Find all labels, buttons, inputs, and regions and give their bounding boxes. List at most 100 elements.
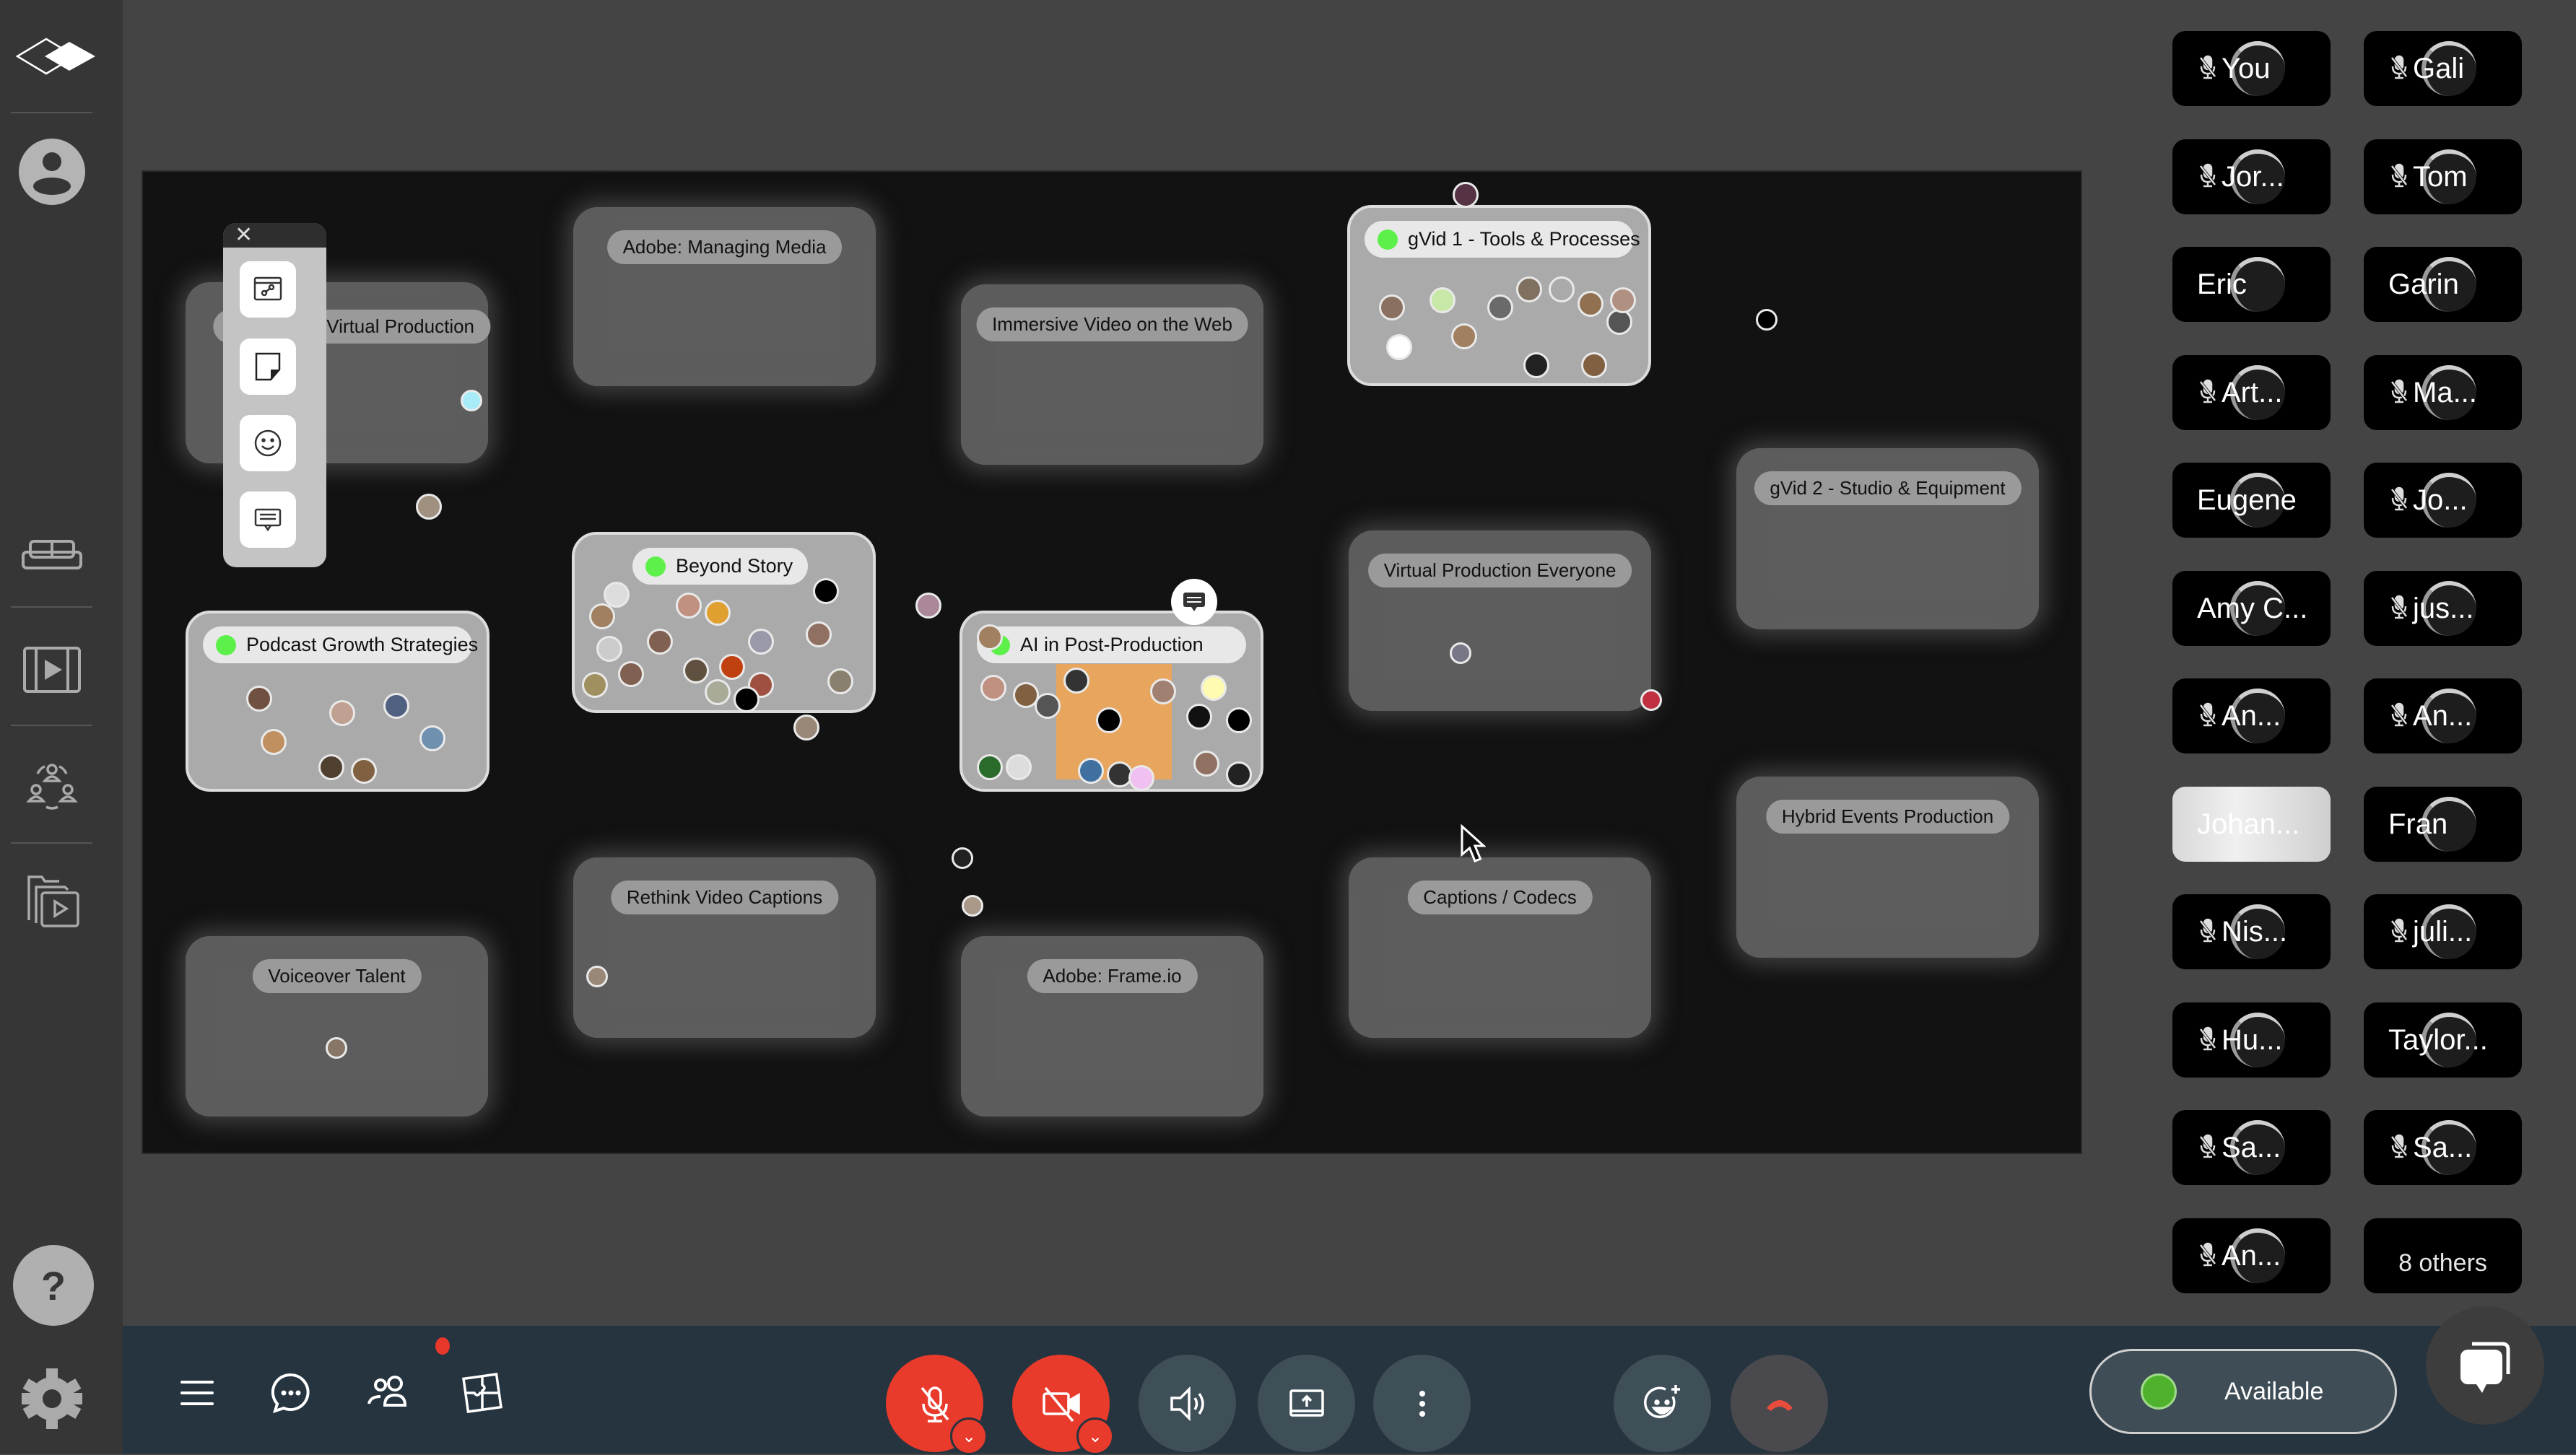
participant-tile[interactable]: Gali — [2364, 31, 2522, 106]
emoji-tool-button[interactable] — [240, 415, 296, 471]
chat-bubble-icon[interactable] — [267, 1369, 315, 1417]
avatar[interactable] — [683, 657, 709, 683]
avatar[interactable] — [1516, 276, 1542, 302]
participant-tile[interactable]: An... — [2364, 678, 2522, 753]
avatar[interactable] — [719, 654, 745, 680]
avatar[interactable] — [1128, 765, 1154, 791]
avatar[interactable] — [1756, 309, 1777, 331]
avatar[interactable] — [1453, 182, 1479, 208]
avatar[interactable] — [1226, 707, 1252, 733]
room-ai-in-post-production[interactable]: AI in Post-Production — [960, 611, 1263, 792]
hamburger-menu-icon[interactable] — [173, 1369, 221, 1417]
support-chat-button[interactable] — [2426, 1306, 2544, 1425]
user-circle-icon[interactable] — [16, 136, 88, 208]
participant-tile[interactable]: An... — [2172, 678, 2331, 753]
settings-gear-icon[interactable] — [16, 1363, 88, 1435]
avatar[interactable] — [618, 661, 644, 687]
avatar[interactable] — [793, 715, 819, 740]
avatar[interactable] — [329, 700, 355, 726]
avatar[interactable] — [1379, 294, 1405, 320]
sticky-note-tool-button[interactable] — [240, 338, 296, 395]
availability-status-button[interactable]: Available — [2089, 1349, 2397, 1434]
avatar[interactable] — [1640, 689, 1662, 711]
avatar[interactable] — [589, 603, 615, 629]
avatar[interactable] — [1150, 678, 1176, 704]
participant-tile[interactable]: Ma... — [2364, 355, 2522, 430]
people-circle-icon[interactable] — [16, 748, 88, 820]
folder-play-icon[interactable] — [16, 862, 88, 935]
participant-tile[interactable]: Johan... — [2172, 787, 2331, 862]
avatar[interactable] — [1451, 323, 1477, 349]
room-voiceover-talent[interactable]: Voiceover Talent — [186, 936, 488, 1117]
avatar[interactable] — [1035, 693, 1061, 719]
avatar[interactable] — [596, 636, 622, 662]
participant-tile[interactable]: Sa... — [2172, 1110, 2331, 1185]
avatar[interactable] — [582, 672, 608, 698]
avatar[interactable] — [1523, 352, 1549, 378]
room-adobe-managing-media[interactable]: Adobe: Managing Media — [573, 207, 876, 386]
message-tool-button[interactable] — [240, 491, 296, 548]
leave-call-button[interactable] — [1731, 1355, 1828, 1452]
avatar[interactable] — [1430, 287, 1455, 313]
participant-tile[interactable]: Eugene — [2172, 463, 2331, 538]
help-button[interactable]: ? — [13, 1245, 94, 1326]
avatar[interactable] — [748, 629, 774, 655]
avatar[interactable] — [461, 390, 482, 411]
speaker-button[interactable] — [1139, 1355, 1236, 1452]
avatar[interactable] — [1096, 707, 1122, 733]
avatar[interactable] — [806, 621, 832, 647]
avatar[interactable] — [977, 624, 1003, 650]
avatar[interactable] — [977, 754, 1003, 780]
avatar[interactable] — [586, 966, 608, 987]
participant-tile[interactable]: Amy C... — [2172, 571, 2331, 646]
reactions-button[interactable] — [1614, 1355, 1711, 1452]
participant-tile[interactable]: Jor... — [2172, 139, 2331, 214]
participant-tile[interactable]: You — [2172, 31, 2331, 106]
participant-tile[interactable]: Hu... — [2172, 1002, 2331, 1078]
avatar[interactable] — [1581, 352, 1607, 378]
avatar[interactable] — [1078, 758, 1104, 784]
room-immersive-video-web[interactable]: Immersive Video on the Web — [961, 284, 1263, 465]
avatar[interactable] — [647, 629, 673, 655]
puzzle-icon[interactable] — [458, 1369, 506, 1417]
avatar[interactable] — [1186, 704, 1212, 730]
microphone-toggle-button[interactable]: ⌄ — [886, 1355, 988, 1455]
participant-tile[interactable]: Garin — [2364, 247, 2522, 322]
avatar[interactable] — [416, 494, 442, 520]
close-icon[interactable]: ✕ — [235, 223, 253, 248]
message-bubble-icon[interactable] — [1171, 579, 1217, 625]
avatar[interactable] — [318, 754, 344, 780]
participant-tile[interactable]: Art... — [2172, 355, 2331, 430]
avatar[interactable] — [962, 895, 983, 917]
room-podcast-growth-strategies[interactable]: Podcast Growth Strategies — [186, 611, 489, 792]
more-participants-tile[interactable]: 8 others — [2364, 1218, 2522, 1293]
avatar[interactable] — [705, 600, 731, 626]
participant-tile[interactable]: Nis... — [2172, 894, 2331, 969]
avatar[interactable] — [1063, 668, 1089, 694]
avatar[interactable] — [980, 675, 1006, 701]
avatar[interactable] — [261, 729, 287, 755]
people-icon[interactable] — [365, 1369, 412, 1417]
avatar[interactable] — [705, 679, 731, 705]
avatar[interactable] — [351, 758, 377, 784]
avatar[interactable] — [246, 686, 272, 712]
avatar[interactable] — [676, 593, 702, 619]
avatar[interactable] — [383, 693, 409, 719]
room-adobe-frame-io[interactable]: Adobe: Frame.io — [961, 936, 1263, 1117]
avatar[interactable] — [326, 1037, 347, 1059]
camera-options-chevron-icon[interactable]: ⌄ — [1076, 1417, 1114, 1455]
participant-tile[interactable]: juli... — [2364, 894, 2522, 969]
avatar[interactable] — [1386, 334, 1412, 360]
participant-tile[interactable]: Tom — [2364, 139, 2522, 214]
room-hybrid-events-production[interactable]: Hybrid Events Production — [1736, 777, 2039, 958]
mic-options-chevron-icon[interactable]: ⌄ — [950, 1417, 988, 1455]
avatar[interactable] — [1193, 751, 1219, 777]
avatar[interactable] — [915, 593, 941, 619]
room-beyond-story[interactable]: Beyond Story — [572, 532, 876, 713]
film-play-icon[interactable] — [16, 634, 88, 706]
room-rethink-video-captions[interactable]: Rethink Video Captions — [573, 857, 876, 1038]
participant-tile[interactable]: An... — [2172, 1218, 2331, 1293]
avatar[interactable] — [1226, 761, 1252, 787]
camera-toggle-button[interactable]: ⌄ — [1012, 1355, 1114, 1455]
avatar[interactable] — [1006, 754, 1032, 780]
